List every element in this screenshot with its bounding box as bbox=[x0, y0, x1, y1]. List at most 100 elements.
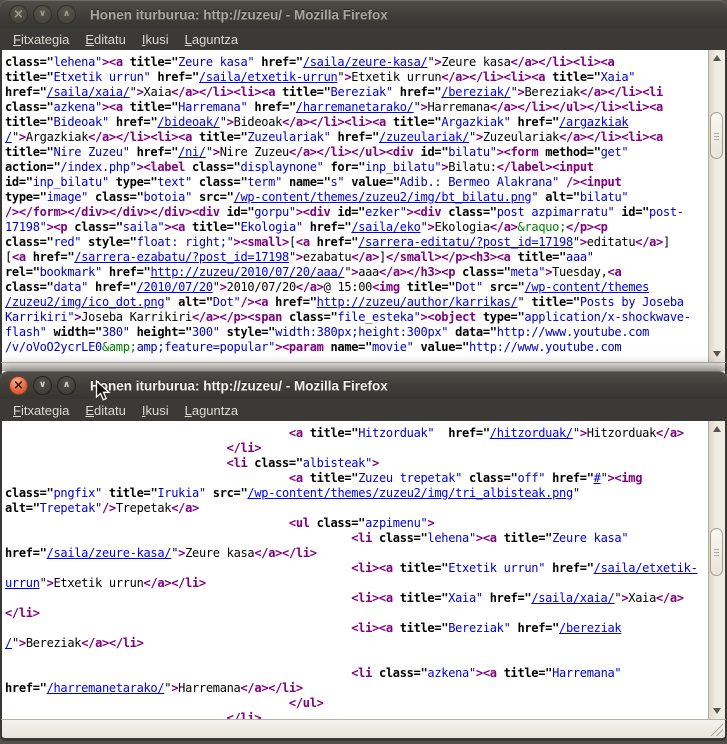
menu-fitxategia[interactable]: Fitxategia bbox=[5, 29, 77, 50]
source-token: value=" bbox=[344, 175, 399, 189]
source-token bbox=[5, 516, 289, 530]
source-link[interactable]: # bbox=[594, 471, 601, 485]
source-line: /">Bereziak</a></li> bbox=[5, 636, 708, 651]
source-token: " bbox=[12, 636, 19, 650]
source-token: " bbox=[573, 486, 580, 500]
menu-editatu[interactable]: Editatu bbox=[77, 29, 133, 50]
source-link[interactable]: /saila/eko bbox=[351, 220, 420, 234]
menu-laguntza[interactable]: Laguntza bbox=[177, 29, 247, 50]
source-token: href=" bbox=[247, 100, 295, 114]
menu-laguntza[interactable]: Laguntza bbox=[177, 400, 247, 421]
source-token: title=" bbox=[185, 220, 240, 234]
source-link[interactable]: /harremanetarako/ bbox=[296, 100, 414, 114]
source-link[interactable]: urrun bbox=[5, 576, 40, 590]
titlebar[interactable]: × ∨ ∧ Honen iturburua: http://zuzeu/ - M… bbox=[0, 371, 727, 399]
close-button[interactable]: × bbox=[9, 5, 28, 24]
source-link[interactable]: /argazkiak bbox=[559, 115, 628, 129]
scroll-down-button[interactable] bbox=[709, 348, 725, 360]
source-link[interactable]: /saila/zeure-kasa/ bbox=[47, 546, 172, 560]
source-line: class="lehena"><a title="Zeure kasa" hre… bbox=[5, 55, 708, 70]
source-token: Adib.: Bermeo Alakrana" bbox=[400, 175, 559, 189]
source-line: /">Argazkiak</a></li><li><a title="Zuzeu… bbox=[5, 130, 708, 145]
source-token: <a bbox=[608, 265, 622, 279]
source-token: s" bbox=[331, 175, 345, 189]
menu-editatu[interactable]: Editatu bbox=[77, 400, 133, 421]
source-link[interactable]: /bereziak/ bbox=[441, 85, 510, 99]
source-line: action="/index.php"><label class="displa… bbox=[5, 160, 708, 175]
source-token: Trepetak" bbox=[40, 501, 102, 515]
source-token: class=" bbox=[372, 666, 427, 680]
scrollbar-thumb[interactable] bbox=[710, 528, 723, 576]
source-link[interactable]: /saila/etxetik-urrun bbox=[199, 70, 338, 84]
scrollbar-thumb[interactable] bbox=[710, 112, 723, 159]
scrollbar[interactable] bbox=[708, 50, 725, 362]
source-token: href=" bbox=[303, 220, 351, 234]
source-token bbox=[5, 591, 351, 605]
source-token: inp_bilatu" bbox=[365, 160, 441, 174]
source-link[interactable]: http://zuzeu/2010/07/20/aaa/ bbox=[150, 265, 344, 279]
source-link[interactable]: /zuzeulariak/ bbox=[379, 130, 469, 144]
source-token: class=" bbox=[5, 235, 53, 249]
source-token: flash" bbox=[5, 325, 47, 339]
source-link[interactable]: /wp-content/themes bbox=[524, 280, 649, 294]
close-button[interactable]: × bbox=[9, 376, 28, 395]
source-link[interactable]: /bereziak bbox=[559, 621, 621, 635]
source-token: href=" bbox=[26, 250, 74, 264]
source-token: title=" bbox=[303, 426, 358, 440]
resize-grip[interactable] bbox=[708, 721, 723, 736]
source-link[interactable]: /sarrera-editatu/?post_id=17198 bbox=[358, 235, 573, 249]
source-token: <li bbox=[351, 531, 372, 545]
minimize-button[interactable]: ∨ bbox=[33, 376, 52, 395]
menu-ikusi[interactable]: Ikusi bbox=[134, 400, 177, 421]
source-token: <a bbox=[12, 250, 26, 264]
scroll-down-button[interactable] bbox=[709, 705, 725, 717]
titlebar[interactable]: × ∨ ∧ Honen iturburua: http://zuzeu/ - M… bbox=[0, 0, 727, 28]
source-link[interactable]: /2010/07/20 bbox=[137, 280, 213, 294]
scrollbar[interactable] bbox=[708, 421, 725, 719]
source-link[interactable]: /zuzeu2/img/ico_dot.png bbox=[5, 295, 164, 309]
source-link[interactable]: /ni/ bbox=[178, 145, 206, 159]
menu-ikusi[interactable]: Ikusi bbox=[134, 29, 177, 50]
source-token: Xaia" bbox=[601, 70, 636, 84]
source-link[interactable]: /hitzorduak/ bbox=[490, 426, 573, 440]
source-token: href=" bbox=[254, 55, 302, 69]
source-link[interactable]: http://zuzeu/author/karrikas/ bbox=[317, 295, 518, 309]
source-token: Bideoak bbox=[234, 115, 282, 129]
source-link[interactable]: / bbox=[5, 636, 12, 650]
maximize-button[interactable]: ∧ bbox=[57, 376, 76, 395]
source-token: id=" bbox=[330, 205, 365, 219]
scroll-up-button[interactable] bbox=[709, 52, 725, 64]
source-link[interactable]: /wp-content/themes/zuzeu2/img/bt_bilatu.… bbox=[234, 190, 532, 204]
source-token: for=" bbox=[324, 160, 366, 174]
source-link[interactable]: /saila/xaia/ bbox=[531, 591, 614, 605]
menu-fitxategia[interactable]: Fitxategia bbox=[5, 400, 77, 421]
arrow-up-icon bbox=[713, 55, 721, 61]
source-link[interactable]: /harremanetarako/ bbox=[47, 681, 165, 695]
source-line: /></form></div></div></div><div id="gorp… bbox=[5, 205, 708, 220]
source-token: </li> bbox=[5, 606, 40, 620]
source-token: title=" bbox=[393, 561, 448, 575]
source-token: Joseba Karrikiri bbox=[81, 310, 192, 324]
source-link[interactable]: /sarrera-ezabatu/?post_id=17198 bbox=[74, 250, 289, 264]
maximize-button[interactable]: ∧ bbox=[57, 5, 76, 24]
source-token: <li><a bbox=[351, 621, 393, 635]
source-token: alt=" bbox=[171, 295, 213, 309]
source-link[interactable]: /saila/etxetik- bbox=[594, 561, 698, 575]
source-link[interactable]: /saila/zeure-kasa/ bbox=[303, 55, 428, 69]
source-link[interactable]: / bbox=[5, 130, 12, 144]
minimize-button[interactable]: ∨ bbox=[33, 5, 52, 24]
source-link[interactable]: /wp-content/themes/zuzeu2/img/tri_albist… bbox=[247, 486, 572, 500]
source-token: Zeure kasa" bbox=[178, 55, 254, 69]
source-token: </a> bbox=[296, 280, 324, 294]
source-link[interactable]: /saila/xaia/ bbox=[47, 85, 130, 99]
source-token: Tuesday, bbox=[552, 265, 607, 279]
scroll-up-button[interactable] bbox=[709, 423, 725, 435]
source-token: bilatu" bbox=[580, 190, 628, 204]
source-token: title=" bbox=[393, 591, 448, 605]
source-token: > bbox=[137, 85, 144, 99]
source-token: > bbox=[580, 235, 587, 249]
source-token: Argazkiak" bbox=[441, 115, 510, 129]
source-token: class=" bbox=[5, 280, 53, 294]
source-link[interactable]: /bideoak/ bbox=[157, 115, 219, 129]
source-token: lehena" bbox=[53, 55, 101, 69]
